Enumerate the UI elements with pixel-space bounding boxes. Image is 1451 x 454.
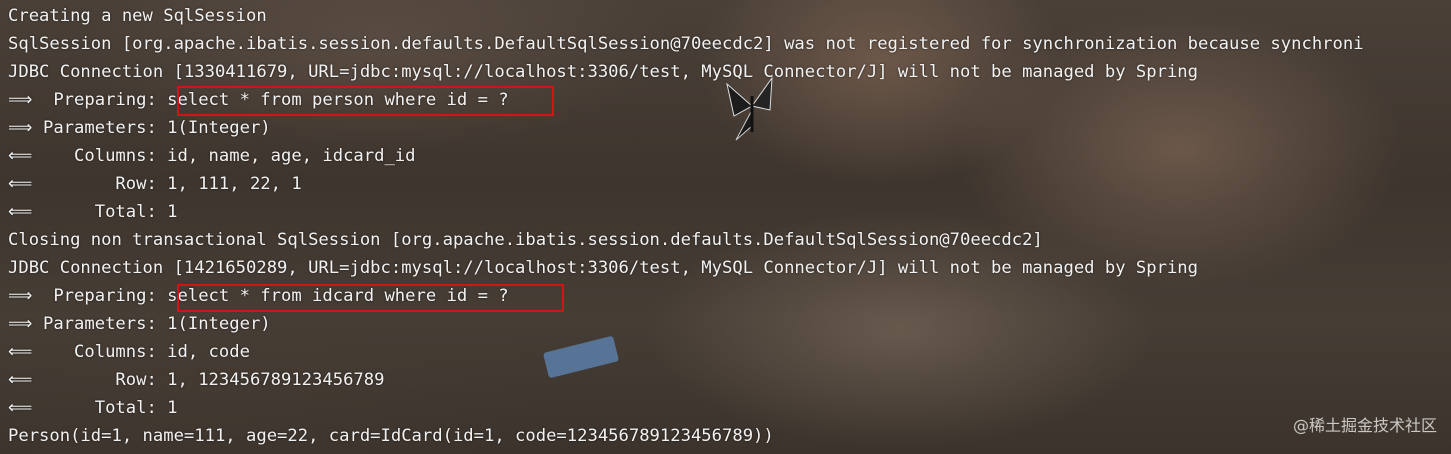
- watermark: @稀土掘金技术社区: [1292, 416, 1437, 435]
- log-line: ⟸ Columns: id, name, age, idcard_id: [8, 146, 416, 166]
- log-line: ⟹ Parameters: 1(Integer): [8, 118, 271, 138]
- log-line: ⟹ Preparing: select * from idcard where …: [8, 286, 509, 306]
- log-line: ⟸ Total: 1: [8, 202, 178, 222]
- log-line: ⟸ Total: 1: [8, 398, 178, 418]
- log-line: Person(id=1, name=111, age=22, card=IdCa…: [8, 426, 774, 446]
- log-line: ⟹ Parameters: 1(Integer): [8, 314, 271, 334]
- console-output: Creating a new SqlSession SqlSession [or…: [0, 0, 1451, 454]
- log-line: ⟸ Row: 1, 123456789123456789: [8, 370, 385, 390]
- log-line: Closing non transactional SqlSession [or…: [8, 230, 1043, 250]
- log-line: Creating a new SqlSession: [8, 6, 267, 26]
- log-line: ⟸ Columns: id, code: [8, 342, 250, 362]
- log-line: ⟹ Preparing: select * from person where …: [8, 90, 509, 110]
- log-line: SqlSession [org.apache.ibatis.session.de…: [8, 34, 1364, 54]
- log-line: JDBC Connection [1330411679, URL=jdbc:my…: [8, 62, 1198, 82]
- log-line: JDBC Connection [1421650289, URL=jdbc:my…: [8, 258, 1198, 278]
- log-line: ⟸ Row: 1, 111, 22, 1: [8, 174, 302, 194]
- log-lines: Creating a new SqlSession SqlSession [or…: [8, 2, 1448, 450]
